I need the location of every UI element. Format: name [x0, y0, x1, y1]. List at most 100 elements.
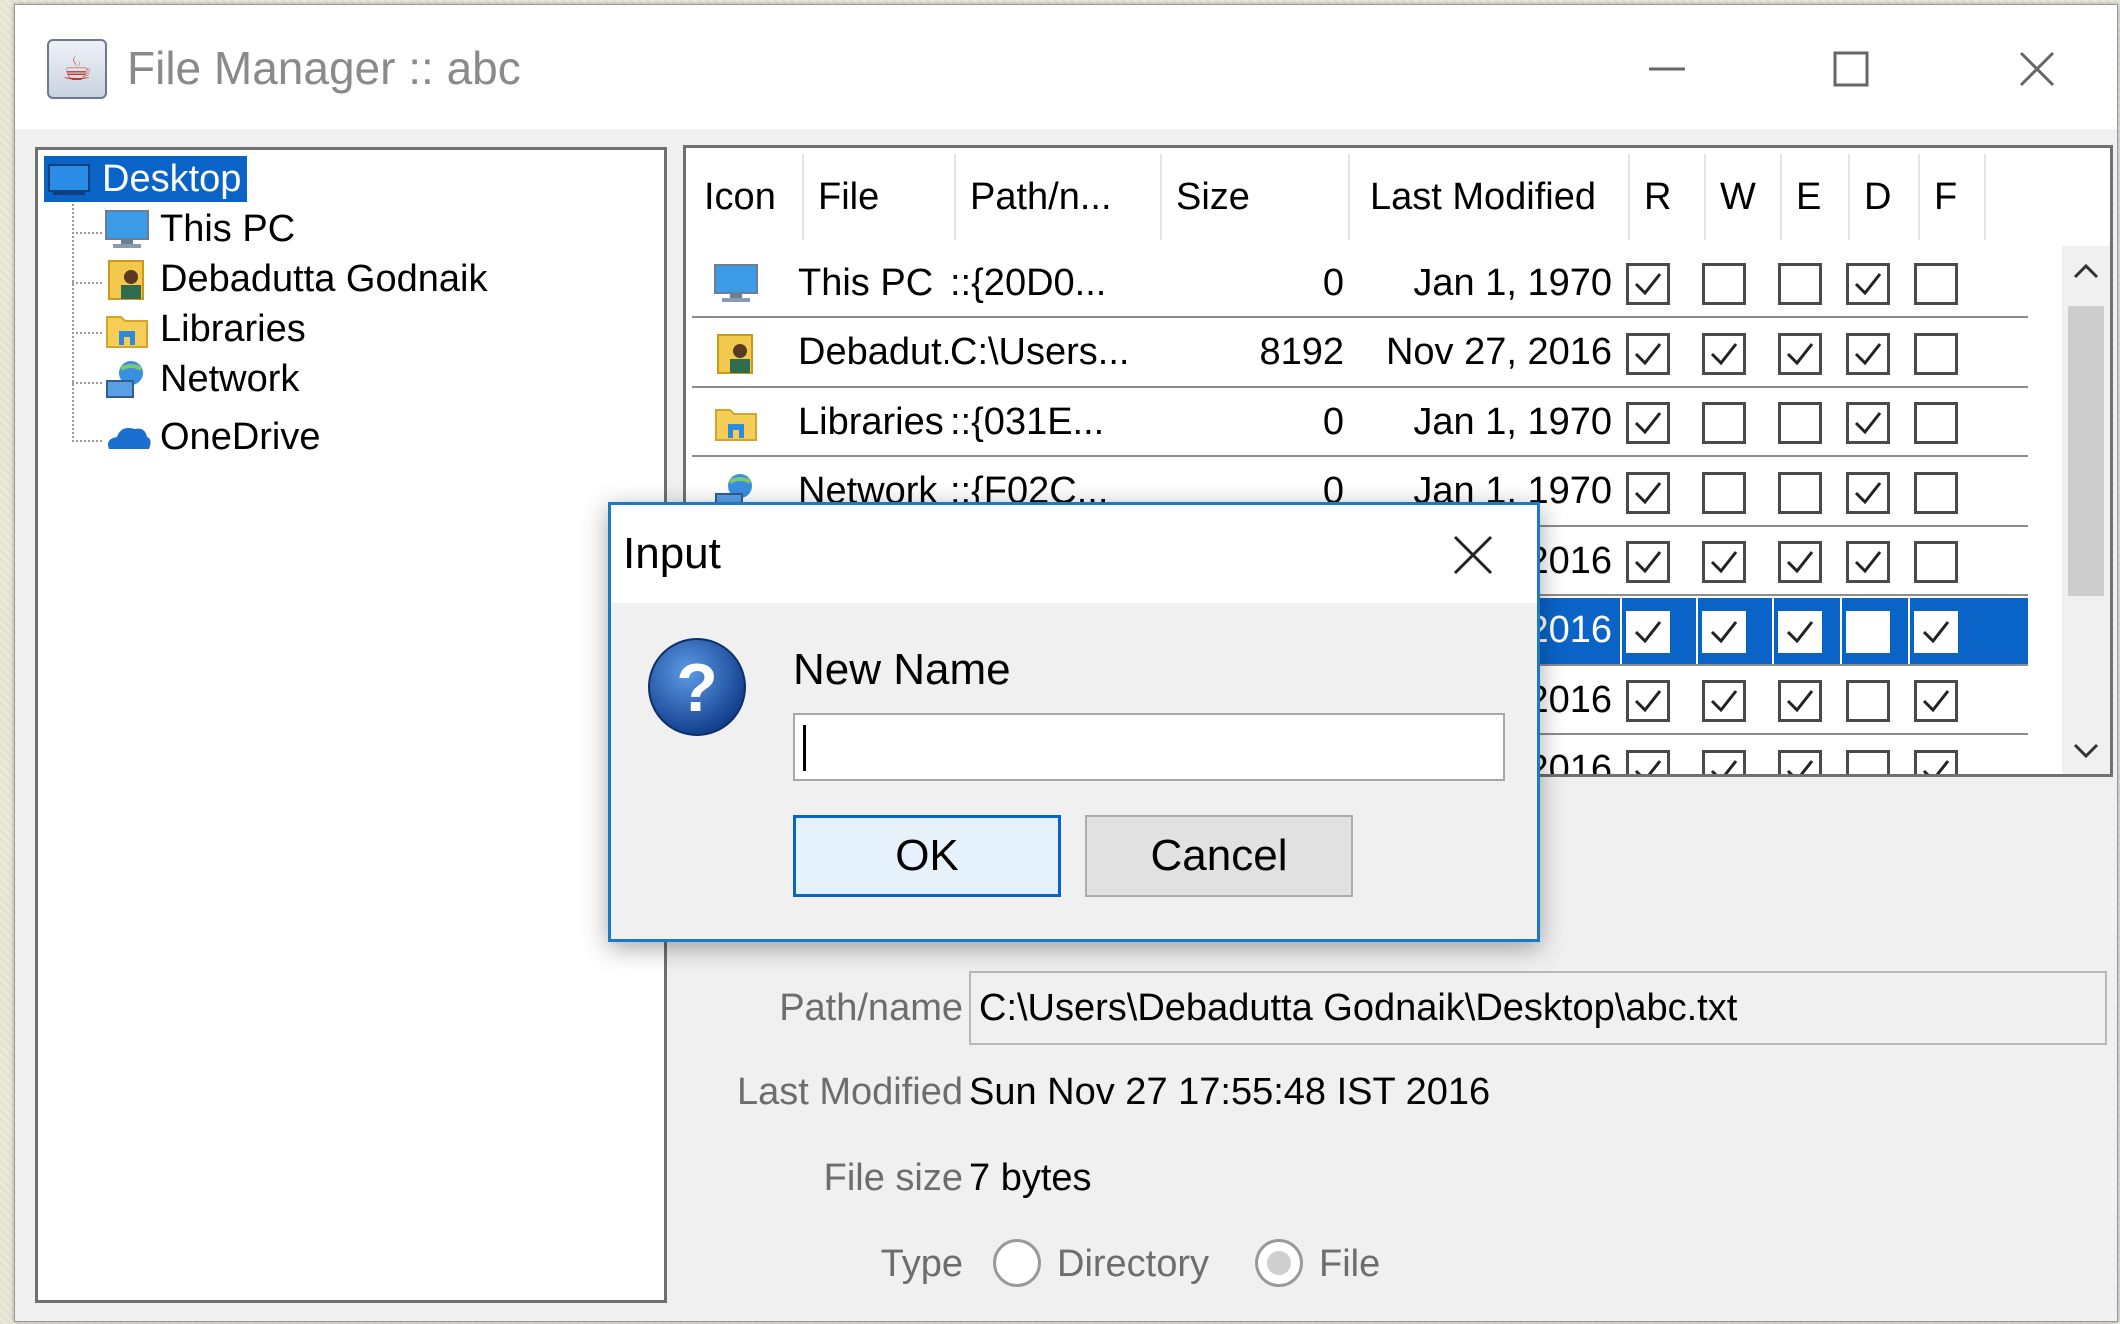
- directory-radio-label: Directory: [1057, 1243, 1210, 1285]
- tree-item-onedrive[interactable]: OneDrive: [102, 414, 321, 460]
- column-header-last-modified[interactable]: Last Modified: [1350, 154, 1630, 240]
- checkbox-f[interactable]: [1914, 749, 1958, 774]
- file-radio[interactable]: [1255, 1239, 1303, 1287]
- column-header-icon[interactable]: Icon: [690, 154, 804, 240]
- checkbox-f[interactable]: [1914, 610, 1958, 653]
- checkbox-e[interactable]: [1778, 332, 1822, 375]
- checkbox-r[interactable]: [1626, 749, 1670, 774]
- close-button[interactable]: [1995, 27, 2079, 111]
- checkbox-e[interactable]: [1778, 680, 1822, 722]
- tree-item-this-pc[interactable]: This PC: [102, 206, 295, 252]
- checkbox-w[interactable]: [1702, 471, 1746, 514]
- checkmark-icon: [1854, 273, 1882, 296]
- checkmark-icon: [1634, 342, 1662, 365]
- checkbox-d[interactable]: [1846, 402, 1890, 444]
- cell-path: ::{20D0...: [950, 261, 1107, 304]
- cancel-button[interactable]: Cancel: [1085, 815, 1353, 897]
- checkbox-w[interactable]: [1702, 749, 1746, 774]
- checkbox-r[interactable]: [1626, 332, 1670, 375]
- column-separator: [1620, 597, 1622, 664]
- column-header-file[interactable]: File: [804, 154, 956, 240]
- checkbox-e[interactable]: [1778, 749, 1822, 774]
- cell-last-modified: Jan 1, 1970: [1413, 400, 1612, 443]
- checkbox-d[interactable]: [1846, 749, 1890, 774]
- user-folder-icon: [102, 257, 152, 301]
- window-title: File Manager :: abc: [127, 42, 521, 94]
- checkbox-w[interactable]: [1702, 332, 1746, 375]
- checkbox-r[interactable]: [1626, 263, 1670, 305]
- checkbox-w[interactable]: [1702, 402, 1746, 444]
- checkbox-e[interactable]: [1778, 263, 1822, 305]
- folder-tree[interactable]: Desktop This PC Debadutta Godnaik Librar…: [35, 147, 667, 1303]
- cell-last-modified: Jan 1, 1970: [1413, 261, 1612, 304]
- column-header-size[interactable]: Size: [1162, 154, 1350, 240]
- checkbox-f[interactable]: [1914, 332, 1958, 375]
- column-header-e[interactable]: E: [1782, 154, 1850, 240]
- tree-item-libraries[interactable]: Libraries: [102, 306, 306, 352]
- checkmark-icon: [1922, 759, 1950, 774]
- cell-last-modified: Nov 27, 2016: [1385, 331, 1612, 373]
- checkbox-d[interactable]: [1846, 263, 1890, 305]
- checkbox-e[interactable]: [1778, 610, 1822, 653]
- checkmark-icon: [1854, 412, 1882, 435]
- ok-button[interactable]: OK: [793, 815, 1061, 897]
- checkbox-d[interactable]: [1846, 610, 1890, 653]
- tree-item-network[interactable]: Network: [102, 356, 299, 402]
- checkbox-d[interactable]: [1846, 332, 1890, 375]
- tree-item-desktop[interactable]: Desktop: [44, 156, 248, 202]
- checkbox-r[interactable]: [1626, 541, 1670, 583]
- column-header-w[interactable]: W: [1706, 154, 1782, 240]
- input-dialog: Input ? New Name OK Cancel: [608, 502, 1540, 942]
- checkbox-w[interactable]: [1702, 541, 1746, 583]
- table-row[interactable]: Debadut...C:\Users... 8192 Nov 27, 2016: [692, 320, 2028, 388]
- checkbox-w[interactable]: [1702, 263, 1746, 305]
- dialog-title-bar[interactable]: Input: [611, 505, 1537, 603]
- checkbox-d[interactable]: [1846, 541, 1890, 583]
- title-bar[interactable]: ☕ File Manager :: abc: [15, 5, 2117, 129]
- column-header-path[interactable]: Path/n...: [956, 154, 1162, 240]
- directory-radio[interactable]: [993, 1239, 1041, 1287]
- dialog-close-button[interactable]: [1431, 519, 1515, 591]
- checkbox-f[interactable]: [1914, 402, 1958, 444]
- table-scrollbar[interactable]: [2062, 246, 2110, 774]
- tree-connector: [72, 282, 102, 284]
- checkbox-e[interactable]: [1778, 471, 1822, 514]
- checkbox-f[interactable]: [1914, 680, 1958, 722]
- tree-item-user[interactable]: Debadutta Godnaik: [102, 256, 487, 302]
- table-row[interactable]: This PC::{20D0... 0 Jan 1, 1970: [692, 250, 2028, 318]
- tree-item-label: OneDrive: [160, 415, 321, 458]
- scroll-thumb[interactable]: [2068, 306, 2104, 596]
- column-header-f[interactable]: F: [1920, 154, 1986, 240]
- network-icon: [102, 357, 152, 401]
- checkbox-r[interactable]: [1626, 471, 1670, 514]
- table-row[interactable]: Libraries::{031E... 0 Jan 1, 1970: [692, 389, 2028, 457]
- file-size-value: 7 bytes: [969, 1157, 1092, 1199]
- path-field[interactable]: C:\Users\Debadutta Godnaik\Desktop\abc.t…: [969, 971, 2107, 1045]
- dialog-title: Input: [623, 529, 721, 578]
- cell-path: C:\Users...: [950, 331, 1130, 373]
- checkbox-w[interactable]: [1702, 610, 1746, 653]
- checkbox-e[interactable]: [1778, 402, 1822, 444]
- type-label: Type: [880, 1243, 963, 1285]
- column-header-r[interactable]: R: [1630, 154, 1706, 240]
- new-name-input[interactable]: [793, 713, 1505, 781]
- checkbox-d[interactable]: [1846, 680, 1890, 722]
- scroll-down-button[interactable]: [2062, 726, 2110, 774]
- maximize-icon: [1833, 51, 1869, 87]
- checkbox-r[interactable]: [1626, 610, 1670, 653]
- scroll-up-button[interactable]: [2062, 246, 2110, 296]
- minimize-button[interactable]: [1625, 27, 1709, 111]
- cell-file: Debadut...: [798, 331, 948, 373]
- checkbox-r[interactable]: [1626, 680, 1670, 722]
- checkbox-w[interactable]: [1702, 680, 1746, 722]
- maximize-button[interactable]: [1809, 27, 1893, 111]
- new-name-label: New Name: [793, 645, 1011, 694]
- checkbox-r[interactable]: [1626, 402, 1670, 444]
- checkbox-d[interactable]: [1846, 471, 1890, 514]
- checkbox-e[interactable]: [1778, 541, 1822, 583]
- checkbox-f[interactable]: [1914, 471, 1958, 514]
- column-header-d[interactable]: D: [1850, 154, 1920, 240]
- checkbox-f[interactable]: [1914, 263, 1958, 305]
- checkbox-f[interactable]: [1914, 541, 1958, 583]
- tree-connector: [72, 332, 102, 334]
